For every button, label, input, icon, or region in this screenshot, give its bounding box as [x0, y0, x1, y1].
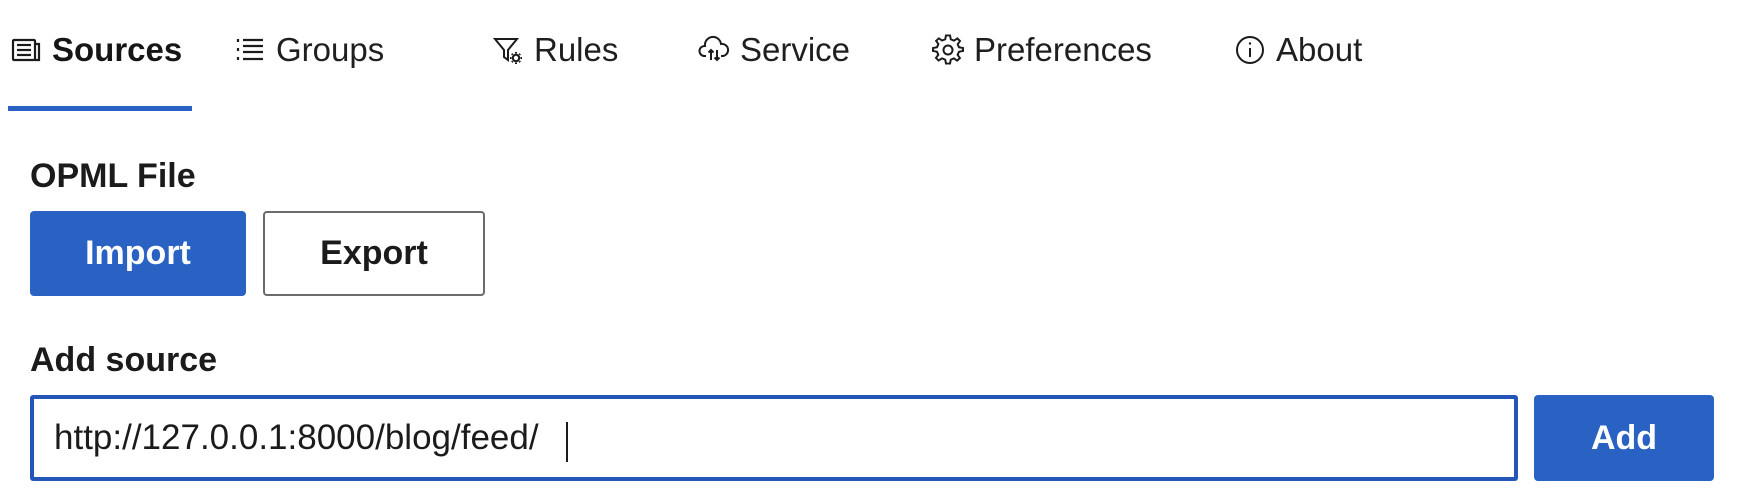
tab-label: Sources: [52, 31, 183, 68]
tab-rules[interactable]: Rules: [490, 22, 618, 78]
tab-groups[interactable]: Groups: [232, 22, 384, 78]
import-button[interactable]: Import: [30, 211, 246, 296]
tab-sources[interactable]: Sources: [8, 22, 182, 78]
active-tab-indicator: [8, 106, 192, 111]
add-source-title: Add source: [30, 341, 218, 379]
tab-label: About: [1276, 31, 1363, 68]
add-button[interactable]: Add: [1534, 395, 1714, 481]
tab-about[interactable]: About: [1232, 22, 1362, 78]
text-caret: [566, 422, 568, 462]
opml-section-title: OPML File: [30, 157, 196, 195]
list-icon: [232, 32, 268, 68]
tab-preferences[interactable]: Preferences: [930, 22, 1152, 78]
sources-icon: [8, 32, 44, 68]
export-button[interactable]: Export: [263, 211, 485, 296]
tab-label: Groups: [276, 31, 385, 68]
cloud-sync-icon: [696, 32, 732, 68]
filter-gear-icon: [490, 32, 526, 68]
info-icon: [1232, 32, 1268, 68]
tab-label: Service: [740, 31, 851, 68]
tab-label: Rules: [534, 31, 619, 68]
tab-service[interactable]: Service: [696, 22, 850, 78]
tab-label: Preferences: [974, 31, 1152, 68]
tab-bar: Sources Groups Rules Service Preferences…: [0, 0, 1756, 112]
gear-icon: [930, 32, 966, 68]
source-url-input[interactable]: [30, 395, 1518, 481]
